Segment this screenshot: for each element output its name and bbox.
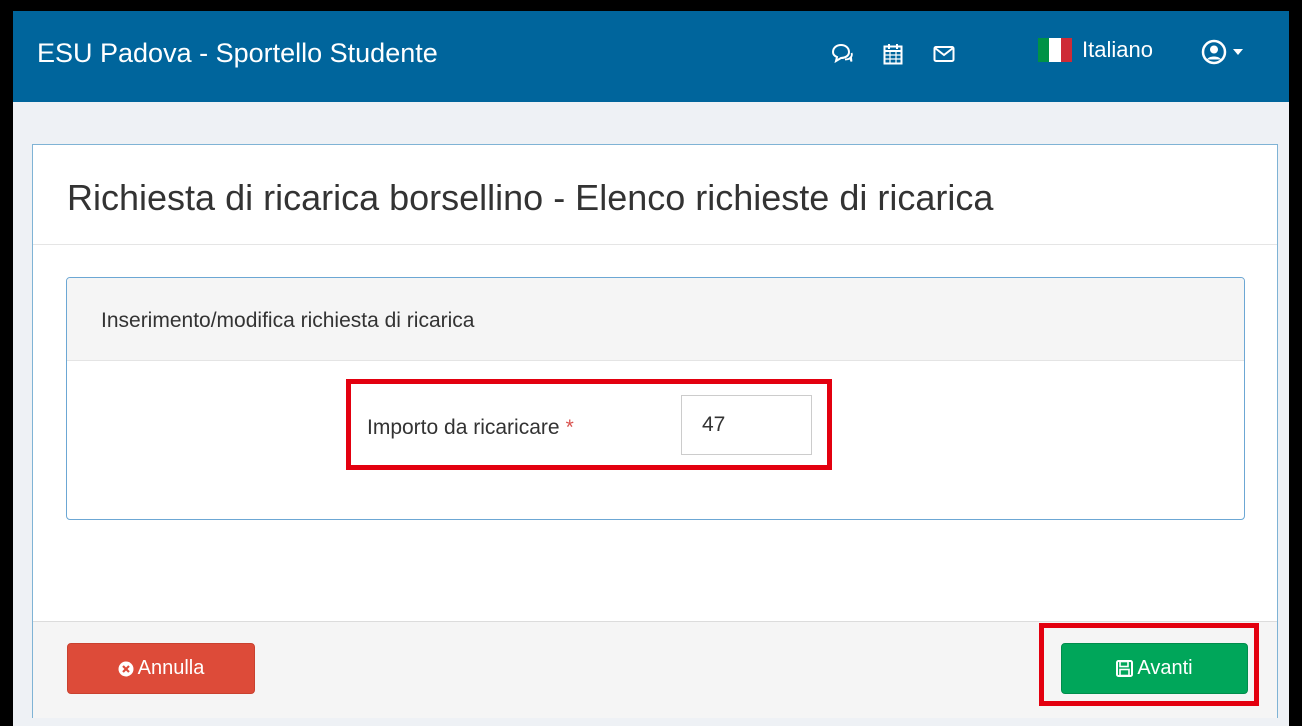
user-menu[interactable] <box>1201 39 1244 65</box>
calendar-icon[interactable] <box>879 39 907 69</box>
page-title: Richiesta di ricarica borsellino - Elenc… <box>67 177 994 218</box>
language-selector[interactable]: Italiano <box>1038 37 1153 63</box>
panel-title: Inserimento/modifica richiesta di ricari… <box>101 309 475 332</box>
chat-icon[interactable] <box>828 39 856 69</box>
top-navbar: ESU Padova - Sportello Studente Italiano <box>13 11 1289 102</box>
caret-down-icon <box>1233 49 1243 55</box>
user-circle-icon <box>1201 39 1227 65</box>
italy-flag-icon <box>1038 38 1072 62</box>
language-label: Italiano <box>1082 37 1153 62</box>
times-circle-icon <box>118 661 134 676</box>
next-button-highlight-box <box>1039 623 1259 706</box>
panel-heading: Inserimento/modifica richiesta di ricari… <box>67 278 1244 361</box>
app-window: ESU Padova - Sportello Studente Italiano… <box>13 11 1289 726</box>
cancel-label: Annulla <box>137 657 205 679</box>
amount-highlight-box <box>346 379 832 470</box>
cancel-button[interactable]: Annulla <box>67 643 255 694</box>
card-header: Richiesta di ricarica borsellino - Elenc… <box>33 145 1277 245</box>
envelope-icon[interactable] <box>930 39 958 69</box>
